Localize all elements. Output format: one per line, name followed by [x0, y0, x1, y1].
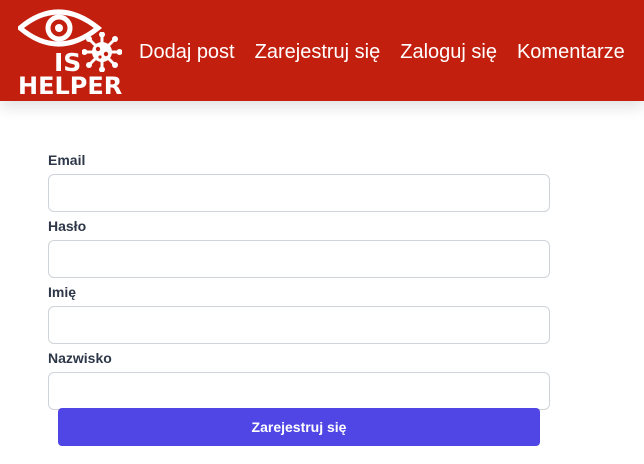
first-name-field[interactable] [48, 306, 550, 344]
nav-link-add-post[interactable]: Dodaj post [139, 41, 235, 64]
email-label: Email [48, 152, 86, 168]
logo[interactable]: IS HELPER [18, 2, 122, 98]
logo-text-helper: HELPER [18, 72, 123, 100]
last-name-label: Nazwisko [48, 350, 112, 366]
first-name-label: Imię [48, 284, 77, 300]
nav-link-login[interactable]: Zaloguj się [400, 41, 497, 64]
navbar: IS HELPER Dodaj post Zarejestruj się Zal… [0, 0, 644, 101]
nav-link-register[interactable]: Zarejestruj się [255, 41, 381, 64]
nav-link-comments[interactable]: Komentarze [517, 41, 625, 64]
nav-menu: Dodaj post Zarejestruj się Zaloguj się K… [139, 40, 644, 64]
password-label: Hasło [48, 218, 87, 234]
password-field[interactable] [48, 240, 550, 278]
virus-icon [82, 32, 122, 72]
register-form: Email Hasło Imię Nazwisko [48, 150, 550, 414]
register-button[interactable]: Zarejestruj się [58, 408, 540, 446]
last-name-field[interactable] [48, 372, 550, 410]
email-field[interactable] [48, 174, 550, 212]
